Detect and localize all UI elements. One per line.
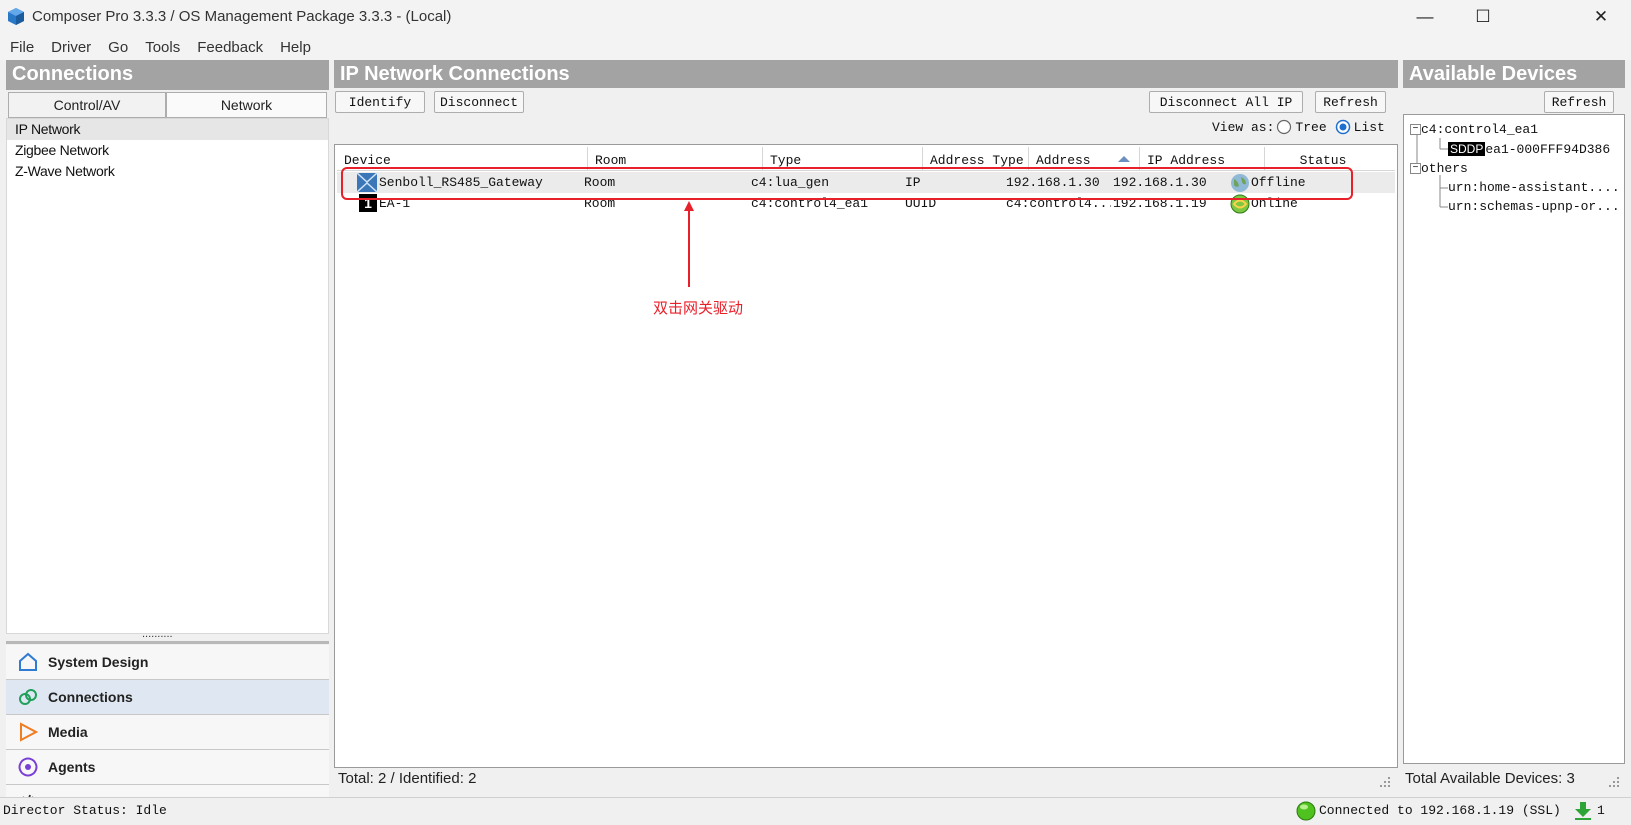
list-item-zwave-network[interactable]: Z-Wave Network (7, 161, 328, 182)
nav-media[interactable]: Media (6, 715, 329, 750)
refresh-button[interactable]: Refresh (1315, 91, 1386, 113)
disconnect-all-ip-button[interactable]: Disconnect All IP (1149, 91, 1303, 113)
ip-footer-status: Total: 2 / Identified: 2 (338, 770, 477, 787)
nav-label: Connections (48, 689, 133, 705)
list-radio[interactable] (1335, 119, 1351, 135)
status-bar: Director Status: Idle Connected to 192.1… (0, 797, 1631, 825)
connected-status-icon (1296, 801, 1316, 821)
list-item-ip-network[interactable]: IP Network (7, 119, 328, 140)
tab-network[interactable]: Network (166, 92, 327, 118)
tree-node-schemas-upnp[interactable]: urn:schemas-upnp-or... (1448, 198, 1620, 216)
tree-node-others[interactable]: − others (1410, 160, 1468, 178)
maximize-button[interactable]: ☐ (1454, 0, 1512, 34)
disconnect-button[interactable]: Disconnect (434, 91, 524, 113)
download-count: 1 (1597, 803, 1605, 818)
annotation-text: 双击网关驱动 (653, 300, 744, 317)
minimize-button[interactable]: — (1396, 0, 1454, 34)
tree-node-label: c4:control4_ea1 (1421, 122, 1539, 137)
connections-icon (19, 689, 37, 705)
title-bar: Composer Pro 3.3.3 / OS Management Packa… (0, 0, 1631, 34)
list-item-zigbee-network[interactable]: Zigbee Network (7, 140, 328, 161)
available-refresh-button[interactable]: Refresh (1544, 91, 1614, 113)
resize-grip-icon[interactable] (1606, 774, 1620, 788)
sddp-badge: SDDP (1448, 142, 1486, 156)
menu-tools[interactable]: Tools (145, 39, 180, 56)
agents-icon (18, 757, 38, 777)
menu-bar: File Driver Go Tools Feedback Help (0, 34, 1631, 60)
tree-node-home-assistant[interactable]: urn:home-assistant.... (1448, 179, 1620, 197)
connection-type-list: IP Network Zigbee Network Z-Wave Network (6, 118, 329, 634)
close-button[interactable]: ✕ (1572, 0, 1630, 34)
connections-header: Connections (6, 60, 329, 90)
ip-toolbar: Identify Disconnect Disconnect All IP Re… (334, 89, 1398, 117)
menu-file[interactable]: File (10, 39, 34, 56)
tree-node-ea1-device[interactable]: SDDP ea1-000FFF94D386 (1448, 140, 1610, 159)
director-status: Director Status: Idle (3, 803, 167, 818)
nav-label: System Design (48, 654, 149, 670)
view-as-label: View as: (1212, 119, 1275, 135)
composer-app-icon (8, 8, 24, 25)
available-footer-status: Total Available Devices: 3 (1405, 770, 1575, 787)
collapse-toggle-icon[interactable]: − (1410, 163, 1421, 175)
connection-status: Connected to 192.168.1.19 (SSL) (1319, 803, 1561, 818)
window-title: Composer Pro 3.3.3 / OS Management Packa… (32, 8, 452, 25)
connections-panel: Connections Control/AV Network IP Networ… (6, 60, 329, 819)
list-radio-label[interactable]: List (1354, 120, 1385, 135)
house-icon (19, 652, 37, 671)
tree-radio-label[interactable]: Tree (1295, 120, 1326, 135)
column-address-label: Address (1036, 153, 1091, 168)
available-devices-tree: − c4:control4_ea1 SDDP ea1-000FFF94D386 − o… (1403, 114, 1625, 764)
nav-label: Agents (48, 759, 96, 775)
tree-node-label: others (1421, 161, 1468, 176)
menu-driver[interactable]: Driver (51, 39, 91, 56)
available-devices-header: Available Devices (1403, 60, 1625, 88)
available-devices-panel: Available Devices Refresh − c4:control4_e… (1403, 60, 1625, 791)
splitter-grip: .......... (142, 628, 173, 640)
tree-node-c4-control4-ea1[interactable]: − c4:control4_ea1 (1410, 121, 1538, 139)
download-icon[interactable] (1574, 801, 1592, 821)
panel-splitter[interactable]: .......... (6, 628, 329, 644)
menu-go[interactable]: Go (108, 39, 128, 56)
annotation-arrow (684, 201, 694, 287)
nav-label: Media (48, 724, 88, 740)
resize-grip-icon[interactable] (1377, 774, 1391, 788)
nav-system-design[interactable]: System Design (6, 645, 329, 680)
highlight-box (341, 167, 1353, 200)
menu-feedback[interactable]: Feedback (197, 39, 263, 56)
ip-network-panel: IP Network Connections Identify Disconne… (334, 60, 1398, 791)
nav-agents[interactable]: Agents (6, 750, 329, 785)
nav-connections[interactable]: Connections (6, 680, 329, 715)
ip-network-header: IP Network Connections (334, 60, 1398, 88)
play-icon (20, 722, 38, 742)
tree-node-label: ea1-000FFF94D386 (1485, 142, 1611, 157)
tab-control-av[interactable]: Control/AV (8, 92, 166, 118)
sort-ascending-icon (1118, 156, 1130, 162)
tree-radio[interactable] (1276, 119, 1292, 135)
view-as-group: View as: Tree List (1212, 119, 1385, 135)
identify-button[interactable]: Identify (335, 91, 425, 113)
collapse-toggle-icon[interactable]: − (1410, 124, 1421, 136)
menu-help[interactable]: Help (280, 39, 311, 56)
ip-device-table: Device Room Type Address Type Address IP… (334, 144, 1398, 768)
